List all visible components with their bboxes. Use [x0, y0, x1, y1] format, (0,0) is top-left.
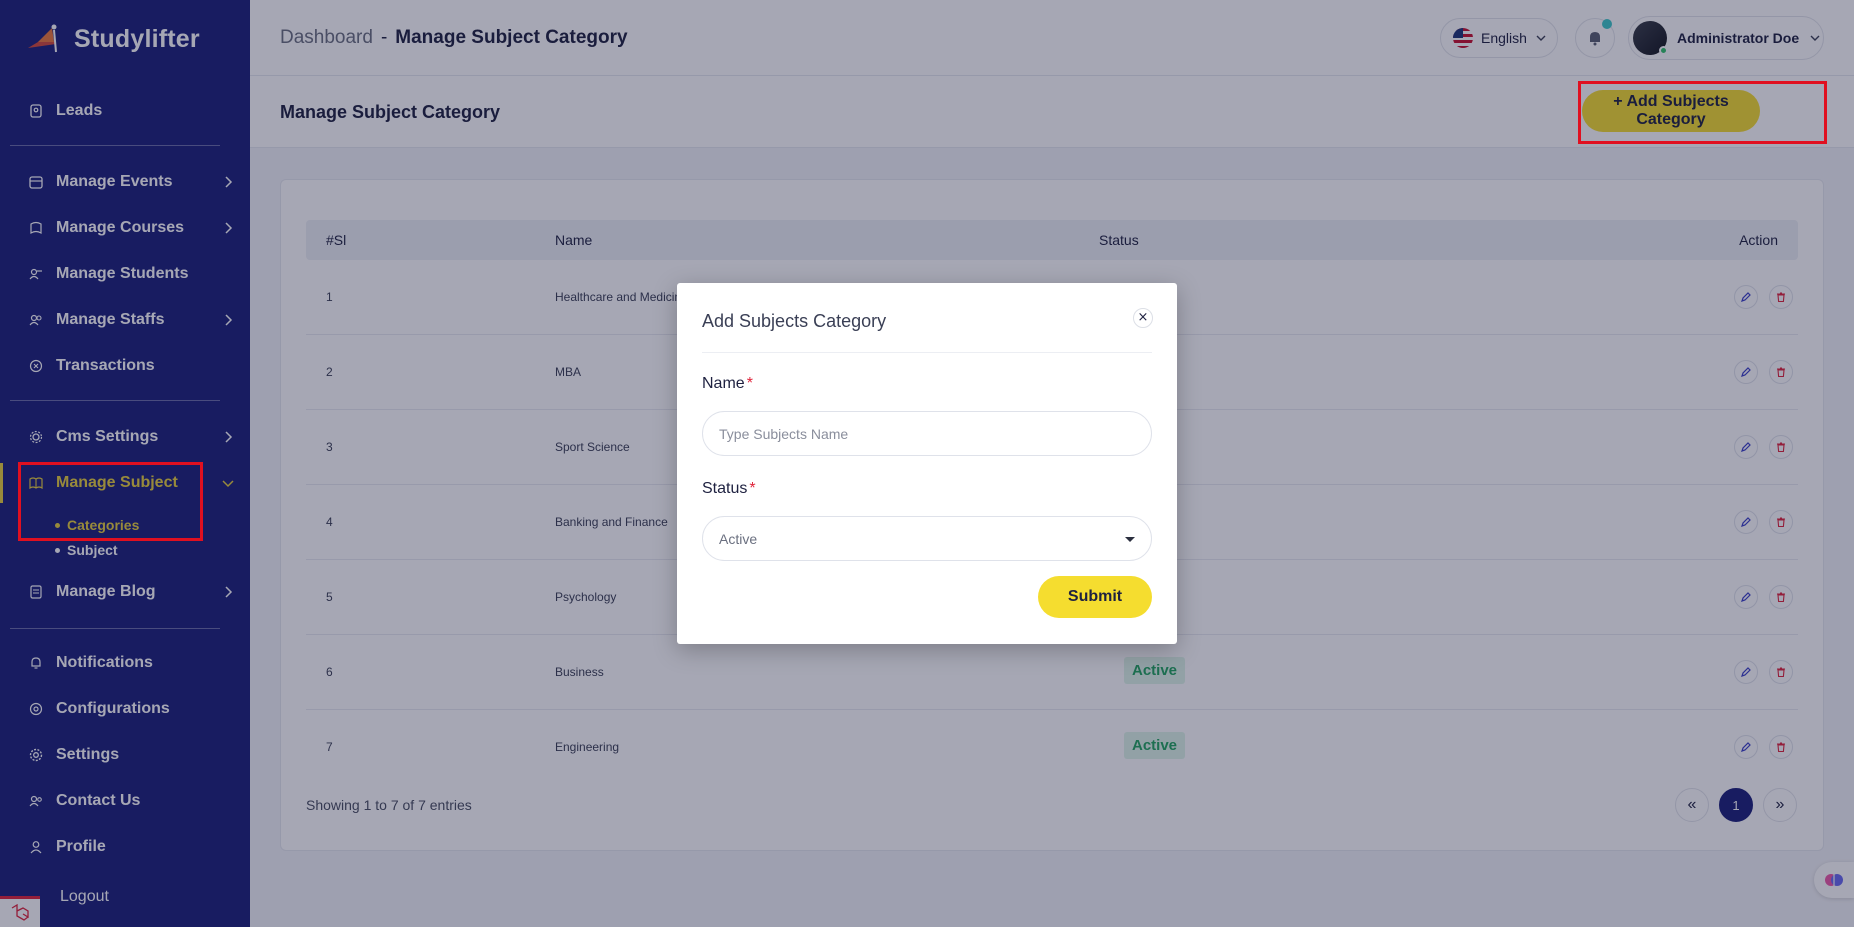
submit-button[interactable]: Submit	[1038, 576, 1152, 618]
status-label-text: Status	[702, 480, 748, 497]
modal-divider	[702, 352, 1152, 353]
modal-title: Add Subjects Category	[702, 311, 887, 331]
highlight-box-add-button	[1578, 81, 1827, 144]
add-subjects-category-modal: Add Subjects Category × Name* Status* Ac…	[677, 283, 1177, 644]
status-select[interactable]: Active	[702, 516, 1152, 561]
required-mark: *	[749, 480, 756, 497]
subject-name-input[interactable]	[702, 411, 1152, 456]
name-label-text: Name	[702, 375, 745, 392]
name-field-label: Name *	[702, 375, 753, 393]
highlight-box-manage-subject	[18, 462, 203, 541]
status-select-value: Active	[719, 530, 758, 547]
caret-down-icon	[1125, 537, 1135, 542]
required-mark: *	[746, 375, 753, 392]
status-field-label: Status *	[702, 480, 756, 498]
modal-close-button[interactable]: ×	[1133, 308, 1153, 328]
